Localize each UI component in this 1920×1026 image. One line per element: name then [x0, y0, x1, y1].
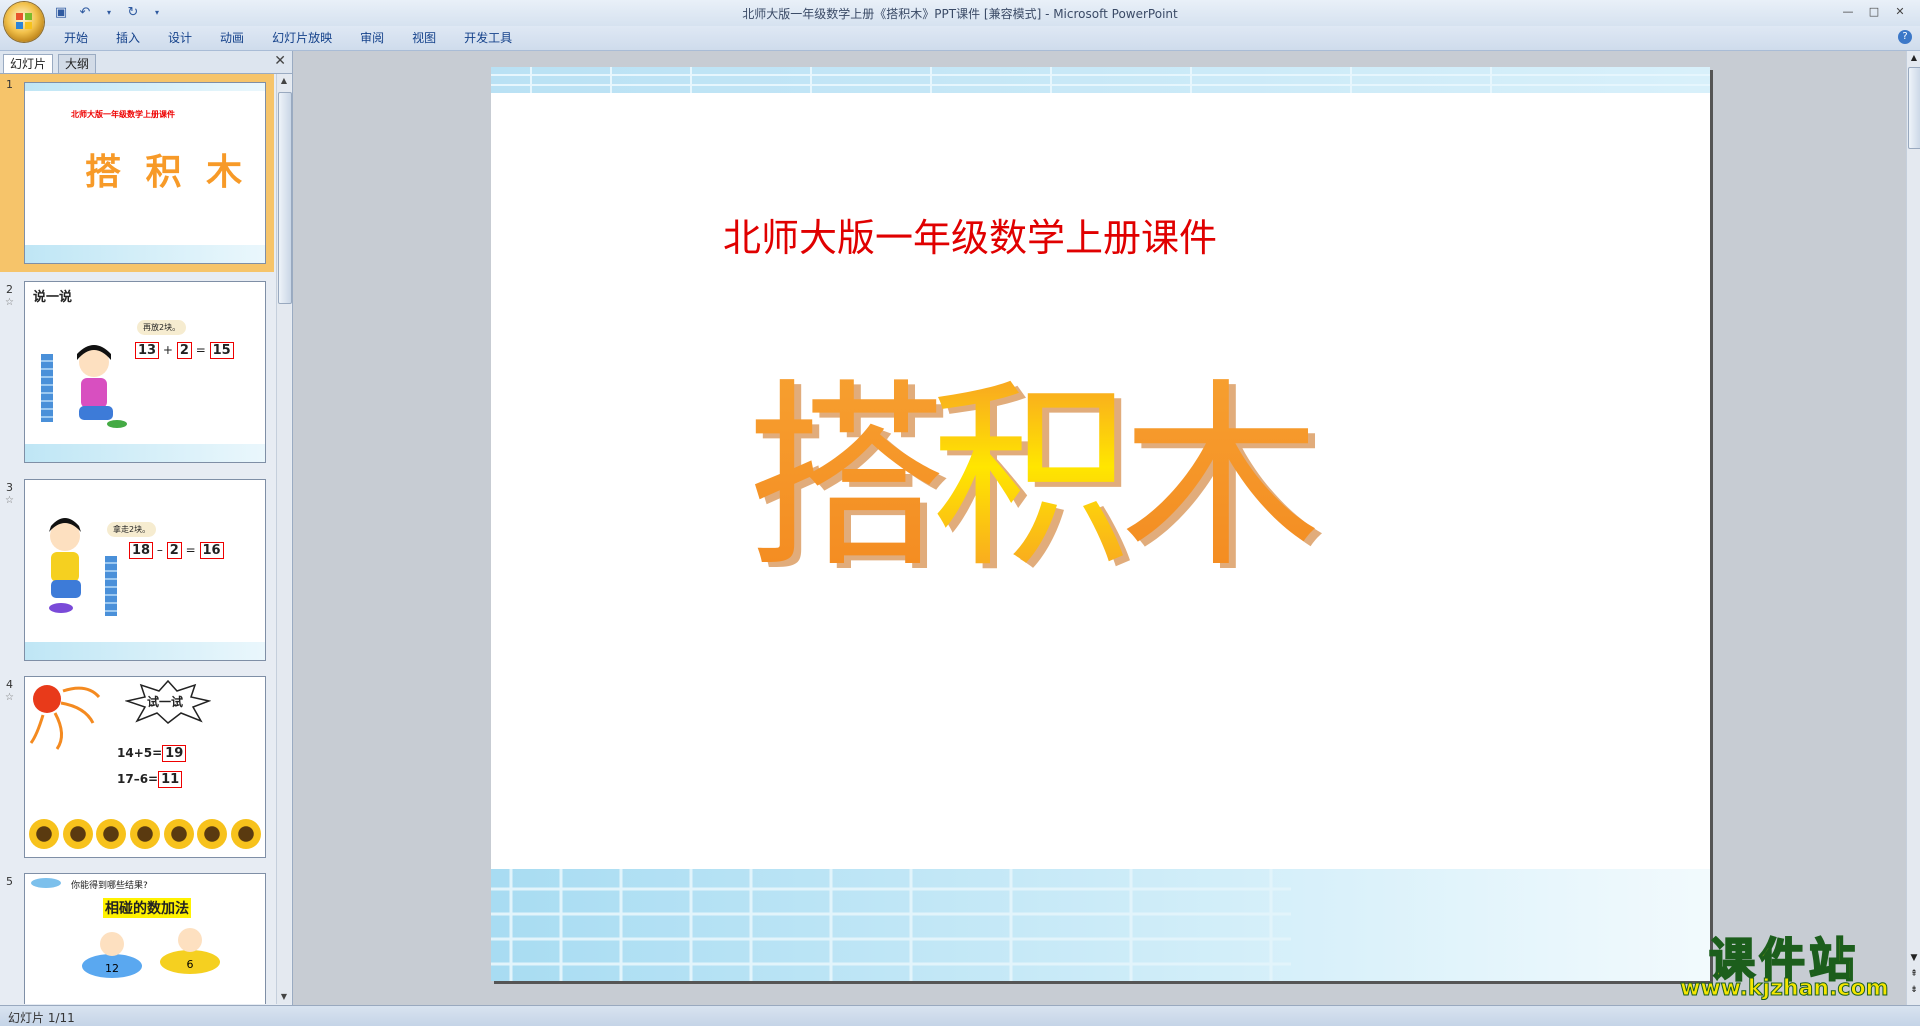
close-pane-icon[interactable]: ✕	[274, 53, 286, 69]
thumb-line-1: 14+5= 19	[117, 745, 187, 762]
slides-pane: 幻灯片 大纲 ✕ 1 北师大版一年级数学上册课件 搭 积 木 2 ☆ 说一说 再…	[0, 51, 293, 1005]
thumb-heading: 说一说	[33, 290, 73, 305]
slide-thumbnails: 1 北师大版一年级数学上册课件 搭 积 木 2 ☆ 说一说 再放2块。 13 +…	[0, 74, 274, 1004]
thumb-equation: 18 – 2 = 16	[129, 542, 224, 559]
editor-scrollbar[interactable]: ▲ ▼ ⇞ ⇟	[1906, 51, 1920, 1005]
window-title: 北师大版一年级数学上册《搭积木》PPT课件 [兼容模式] - Microsoft…	[742, 7, 1178, 21]
tab-animation[interactable]: 动画	[206, 30, 258, 46]
slide-number: 1	[6, 78, 13, 91]
animation-star-icon: ☆	[5, 495, 14, 506]
office-button[interactable]	[4, 2, 44, 42]
animation-star-icon: ☆	[5, 692, 14, 703]
block-stack	[105, 556, 117, 616]
slide-number: 3	[6, 481, 13, 494]
office-logo-icon	[16, 13, 32, 29]
slide-preview: 你能得到哪些结果? 相碰的数加法 12 6	[24, 873, 266, 1004]
slide-bottom-band	[491, 869, 1710, 981]
slides-pane-scrollbar[interactable]: ▲ ▼	[276, 74, 292, 1004]
close-button[interactable]: ✕	[1888, 2, 1912, 20]
thumb-subtitle: 北师大版一年级数学上册课件	[71, 110, 175, 119]
thumb-prompt: 你能得到哪些结果?	[71, 881, 148, 891]
minimize-button[interactable]: —	[1836, 2, 1860, 20]
title-char-2: 积	[931, 362, 1131, 595]
thumb-speech-bubble: 拿走2块。	[107, 522, 157, 537]
help-icon[interactable]: ?	[1898, 30, 1912, 44]
tab-design[interactable]: 设计	[154, 30, 206, 46]
slide-preview: 说一说 再放2块。 13 + 2 = 15	[24, 281, 266, 463]
thumb-oval-icon	[31, 878, 61, 888]
thumbnail-slide-4[interactable]: 4 ☆ 试一试 14+5= 19 17–6= 11	[0, 674, 274, 866]
sun-icon	[29, 685, 101, 750]
scroll-up-arrow-icon[interactable]: ▲	[1907, 51, 1920, 65]
thumb-footer-stripe	[25, 642, 265, 660]
slide-top-band	[491, 67, 1710, 93]
bumper-car-1: 12	[82, 932, 142, 978]
scroll-thumb[interactable]	[278, 92, 292, 304]
thumbnail-slide-5[interactable]: 5 你能得到哪些结果? 相碰的数加法 12 6	[0, 871, 274, 1004]
pane-tabs: 幻灯片 大纲 ✕	[0, 51, 292, 74]
slide-preview: 拿走2块。 18 – 2 = 16	[24, 479, 266, 661]
window-controls: — □ ✕	[1836, 2, 1912, 20]
tab-slideshow[interactable]: 幻灯片放映	[258, 30, 346, 46]
maximize-button[interactable]: □	[1862, 2, 1886, 20]
thumbnail-slide-2[interactable]: 2 ☆ 说一说 再放2块。 13 + 2 = 15	[0, 279, 274, 471]
site-watermark: 课件站 www.kjzhan.com	[1664, 924, 1904, 1002]
previous-slide-icon[interactable]: ⇞	[1907, 967, 1920, 981]
thumb-burst-text: 试一试	[147, 695, 184, 709]
next-slide-icon[interactable]: ⇟	[1907, 983, 1920, 997]
sunflower-row	[29, 819, 261, 853]
car-number: 12	[105, 962, 119, 975]
thumb-footer-stripe	[25, 245, 265, 263]
slide-preview: 试一试 14+5= 19 17–6= 11	[24, 676, 266, 858]
thumb-equation: 13 + 2 = 15	[135, 342, 234, 359]
tab-developer[interactable]: 开发工具	[450, 30, 526, 46]
watermark-url: www.kjzhan.com	[1680, 976, 1890, 1002]
scroll-up-arrow-icon[interactable]: ▲	[277, 74, 291, 88]
thumbnail-slide-1[interactable]: 1 北师大版一年级数学上册课件 搭 积 木	[0, 74, 274, 272]
tab-outline[interactable]: 大纲	[58, 54, 97, 73]
thumb-title: 相碰的数加法	[103, 898, 191, 918]
girl-illustration	[77, 345, 127, 428]
slide-preview: 北师大版一年级数学上册课件 搭 积 木	[24, 82, 266, 264]
car-number: 6	[187, 958, 194, 971]
thumb-title: 搭 积 木	[85, 152, 249, 193]
slide-title-wordart[interactable]: 搭 搭 积 积 木 木	[741, 337, 1461, 597]
slide-counter: 幻灯片 1/11	[8, 1011, 75, 1025]
current-slide[interactable]: 北师大版一年级数学上册课件 搭 搭 积 积 木 木	[491, 67, 1710, 981]
scroll-thumb[interactable]	[1908, 67, 1920, 149]
scroll-down-arrow-icon[interactable]: ▼	[277, 990, 291, 1004]
tab-review[interactable]: 审阅	[346, 30, 398, 46]
title-char-1: 搭	[746, 362, 946, 595]
slide-number: 2	[6, 283, 13, 296]
slide-number: 4	[6, 678, 13, 691]
bumper-car-2: 6	[160, 928, 220, 974]
scroll-down-arrow-icon[interactable]: ▼	[1907, 951, 1920, 965]
title-char-3: 木	[1121, 362, 1321, 595]
status-bar: 幻灯片 1/11	[0, 1005, 1920, 1026]
slide-number: 5	[6, 875, 13, 888]
boy-illustration	[49, 518, 81, 613]
thumb-header-stripe	[25, 83, 265, 91]
title-bar: ▣ ↶ ▾ ↻ ▾ 北师大版一年级数学上册《搭积木》PPT课件 [兼容模式] -…	[0, 0, 1920, 26]
tab-slides[interactable]: 幻灯片	[3, 54, 54, 73]
tab-home[interactable]: 开始	[50, 30, 102, 46]
ribbon-tabs-bar: 开始 插入 设计 动画 幻灯片放映 审阅 视图 开发工具 ?	[0, 26, 1920, 51]
thumb-line-2: 17–6= 11	[117, 771, 183, 788]
thumb-footer-stripe	[25, 444, 265, 462]
slide-subtitle[interactable]: 北师大版一年级数学上册课件	[723, 207, 1217, 262]
tab-insert[interactable]: 插入	[102, 30, 154, 46]
thumbnail-slide-3[interactable]: 3 ☆ 拿走2块。 18 – 2 = 16	[0, 477, 274, 669]
animation-star-icon: ☆	[5, 297, 14, 308]
thumb-speech-bubble: 再放2块。	[137, 320, 187, 335]
tab-view[interactable]: 视图	[398, 30, 450, 46]
block-stack	[41, 354, 53, 422]
